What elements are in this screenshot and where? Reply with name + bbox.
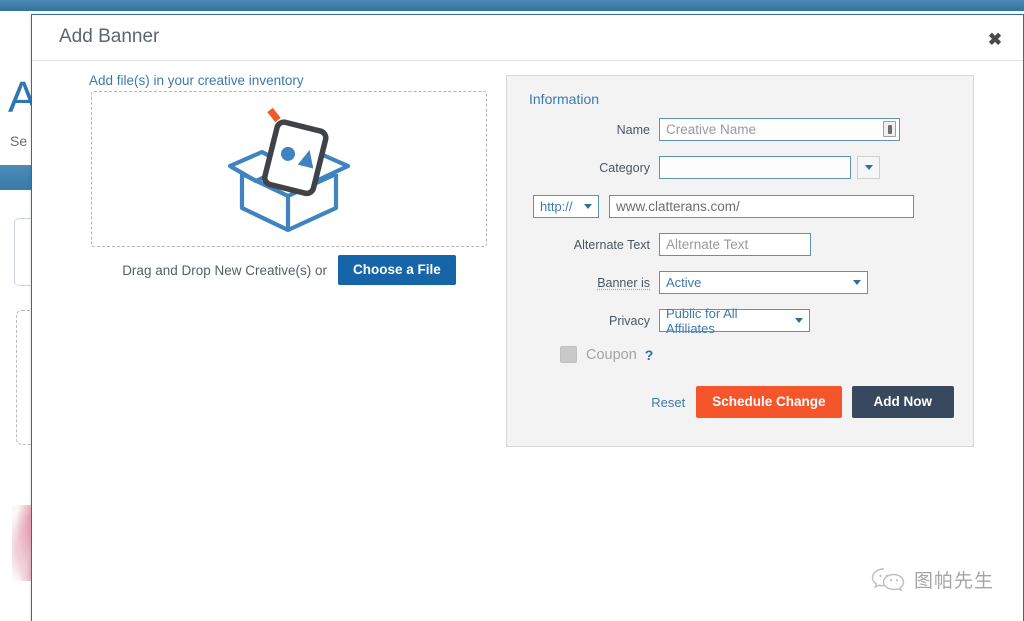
coupon-checkbox[interactable] xyxy=(560,346,577,363)
banner-status-value: Active xyxy=(666,275,702,290)
field-row-name: Name xyxy=(507,118,973,141)
category-input[interactable] xyxy=(659,156,851,179)
field-row-alternate-text: Alternate Text xyxy=(507,233,973,256)
help-icon[interactable]: ? xyxy=(645,347,654,363)
chevron-down-icon xyxy=(584,204,592,209)
name-label: Name xyxy=(616,122,650,137)
field-row-category: Category xyxy=(507,156,973,179)
form-actions: Reset Schedule Change Add Now xyxy=(651,386,954,418)
add-banner-modal: Add Banner ✖ Add file(s) in your creativ… xyxy=(31,14,1024,621)
category-dropdown-button[interactable] xyxy=(857,156,880,179)
chevron-down-icon xyxy=(864,165,873,170)
open-box-with-image-card-icon xyxy=(227,107,351,233)
modal-title: Add Banner xyxy=(59,26,160,47)
schedule-change-button[interactable]: Schedule Change xyxy=(696,386,842,418)
name-input-wrapper xyxy=(659,118,900,141)
url-scheme-select[interactable]: http:// xyxy=(533,195,599,218)
field-row-privacy: Privacy Public for All Affiliates xyxy=(507,306,973,336)
wechat-icon xyxy=(871,567,905,592)
banner-status-select[interactable]: Active xyxy=(659,271,868,294)
chevron-down-icon xyxy=(795,318,803,323)
modal-header: Add Banner ✖ xyxy=(32,15,1023,61)
password-manager-icon[interactable] xyxy=(883,121,896,137)
name-input[interactable] xyxy=(659,118,900,141)
information-panel: Information Name Category http:// xyxy=(506,75,974,447)
information-panel-title: Information xyxy=(529,91,600,107)
upload-section-label: Add file(s) in your creative inventory xyxy=(89,73,304,88)
url-scheme-value: http:// xyxy=(540,199,573,214)
choose-a-file-button[interactable]: Choose a File xyxy=(338,255,456,285)
alternate-text-input[interactable] xyxy=(659,233,811,256)
category-label: Category xyxy=(599,160,650,175)
app-top-bar xyxy=(0,0,1024,11)
coupon-label: Coupon xyxy=(586,346,637,363)
add-now-button[interactable]: Add Now xyxy=(851,386,954,418)
chevron-down-icon xyxy=(853,280,861,285)
field-row-coupon: Coupon ? xyxy=(507,346,973,363)
field-row-url: http:// xyxy=(507,195,973,218)
privacy-select[interactable]: Public for All Affiliates xyxy=(659,306,810,336)
page-subheading-partial: Se xyxy=(10,133,28,149)
url-input[interactable] xyxy=(609,195,914,218)
privacy-label: Privacy xyxy=(609,313,650,328)
field-row-banner-status: Banner is Active xyxy=(507,271,973,294)
banner-status-label: Banner is xyxy=(597,275,650,290)
watermark-text: 图帕先生 xyxy=(913,571,994,592)
file-dropzone[interactable] xyxy=(91,91,487,247)
dropzone-caption: Drag and Drop New Creative(s) or xyxy=(122,262,328,278)
reset-button[interactable]: Reset xyxy=(651,395,685,410)
close-icon[interactable]: ✖ xyxy=(982,28,1008,52)
privacy-value: Public for All Affiliates xyxy=(666,305,738,336)
dropzone-caption-row: Drag and Drop New Creative(s) or Choose … xyxy=(91,255,487,285)
alternate-text-label: Alternate Text xyxy=(573,237,650,252)
watermark: 图帕先生 xyxy=(871,566,994,593)
